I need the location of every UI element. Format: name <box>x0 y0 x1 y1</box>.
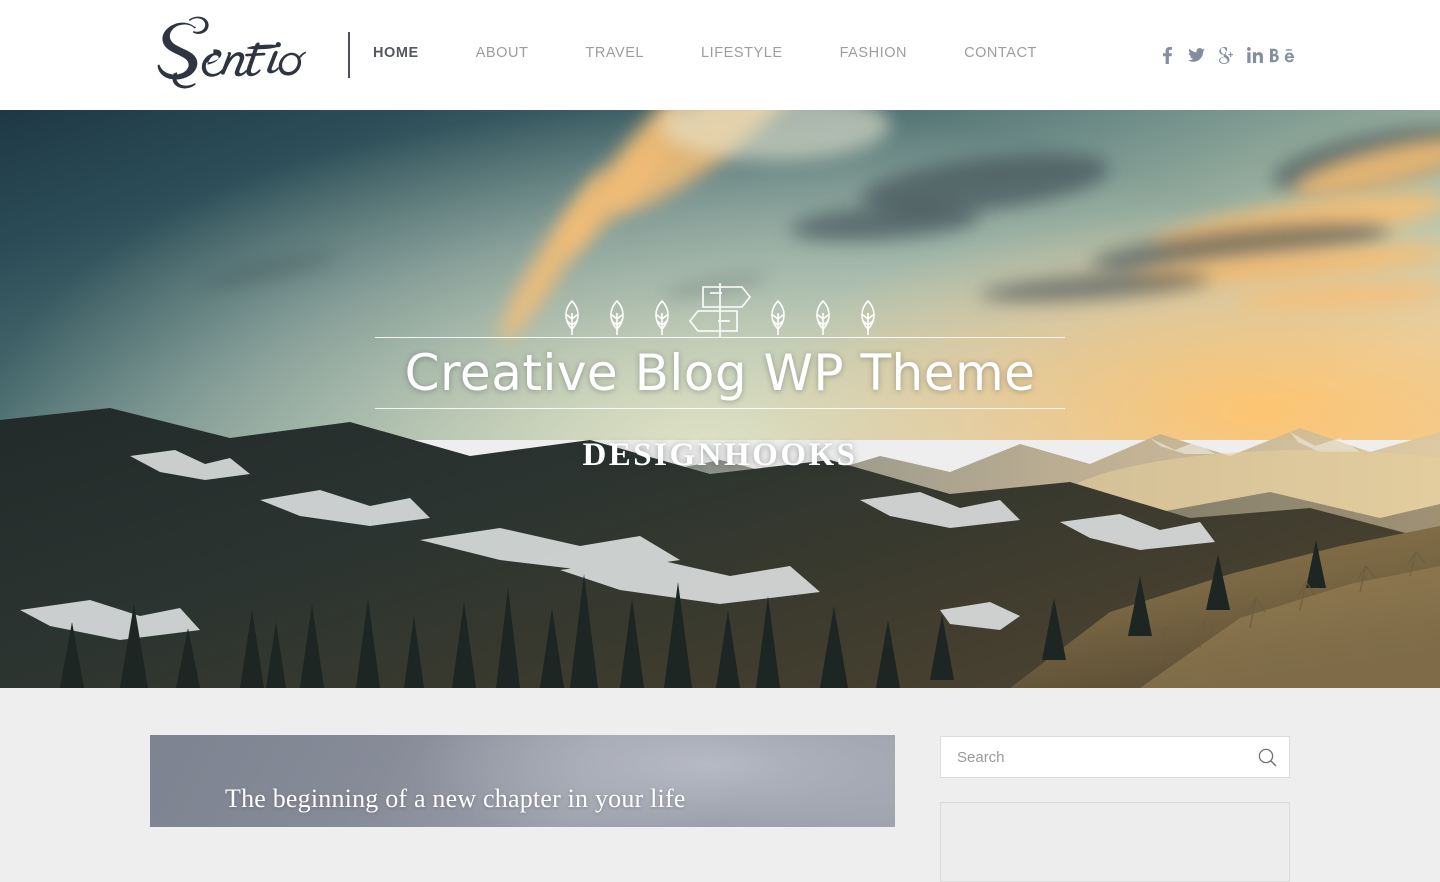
hero-ornament-icons <box>550 275 890 337</box>
post-card[interactable]: The beginning of a new chapter in your l… <box>150 735 895 827</box>
nav-item-lifestyle[interactable]: LIFESTYLE <box>701 45 783 61</box>
hero-content: Creative Blog WP Theme DESIGNHOOKS <box>0 110 1440 688</box>
twitter-icon <box>1188 48 1205 62</box>
page-content: The beginning of a new chapter in your l… <box>0 688 1440 882</box>
leaf-icon <box>816 299 830 335</box>
signpost-icon <box>688 283 752 337</box>
nav-item-contact[interactable]: CONTACT <box>964 45 1037 61</box>
leaves-and-signpost-icon <box>565 283 875 337</box>
sidebar-widget-box[interactable] <box>940 802 1290 882</box>
behance-link[interactable] <box>1269 43 1295 67</box>
linkedin-icon <box>1246 47 1263 63</box>
sidebar <box>940 736 1290 882</box>
search-button[interactable] <box>1245 737 1289 777</box>
site-logo[interactable] <box>150 14 310 96</box>
leaf-icon <box>771 299 785 335</box>
hero-subtitle: DESIGNHOOKS <box>582 437 858 473</box>
nav-item-travel[interactable]: TRAVEL <box>585 45 644 61</box>
search-input[interactable] <box>941 737 1245 777</box>
site-header: HOME ABOUT TRAVEL LIFESTYLE FASHION CONT… <box>0 0 1440 110</box>
leaf-icon <box>861 299 875 335</box>
nav-item-home[interactable]: HOME <box>373 45 419 61</box>
leaf-icon <box>610 299 624 335</box>
hero-title: Creative Blog WP Theme <box>404 344 1036 402</box>
social-links <box>1153 43 1295 67</box>
sentio-wordmark-icon <box>157 16 306 89</box>
post-title: The beginning of a new chapter in your l… <box>225 784 686 813</box>
main-navigation: HOME ABOUT TRAVEL LIFESTYLE FASHION CONT… <box>373 45 1037 61</box>
google-plus-link[interactable] <box>1211 43 1240 67</box>
nav-item-fashion[interactable]: FASHION <box>840 45 908 61</box>
linkedin-link[interactable] <box>1240 43 1269 67</box>
google-plus-icon <box>1218 46 1233 64</box>
search-icon <box>1258 748 1276 766</box>
facebook-link[interactable] <box>1153 43 1182 67</box>
hero-banner: Creative Blog WP Theme DESIGNHOOKS <box>0 110 1440 688</box>
header-divider <box>348 32 350 78</box>
behance-icon <box>1270 48 1294 62</box>
leaf-icon <box>565 299 579 335</box>
facebook-icon <box>1163 46 1172 64</box>
twitter-link[interactable] <box>1182 43 1211 67</box>
nav-item-about[interactable]: ABOUT <box>476 45 529 61</box>
hero-rule-bottom <box>375 408 1065 409</box>
leaf-icon <box>655 299 669 335</box>
search-widget <box>940 736 1290 778</box>
